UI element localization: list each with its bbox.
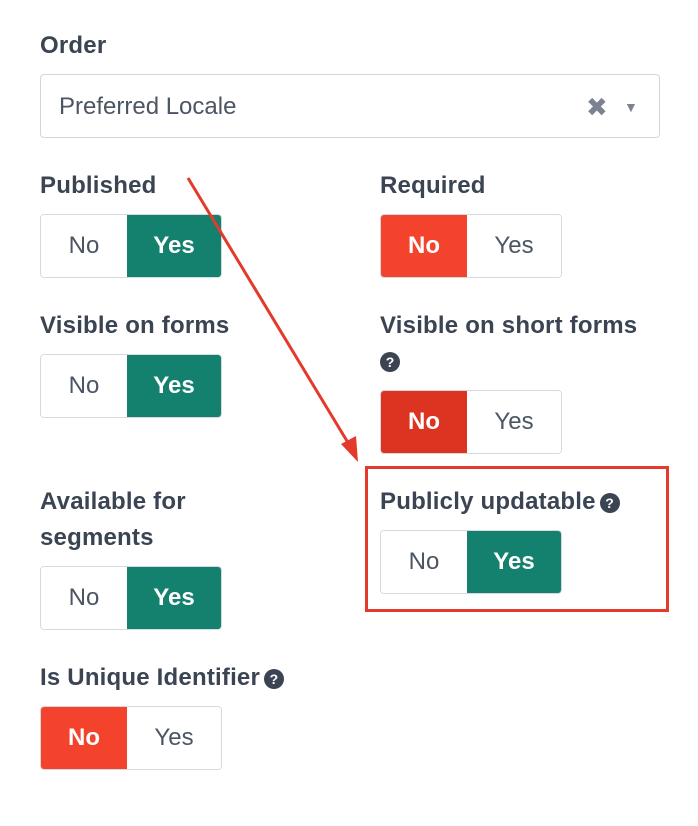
annotation-arrow bbox=[186, 177, 358, 462]
